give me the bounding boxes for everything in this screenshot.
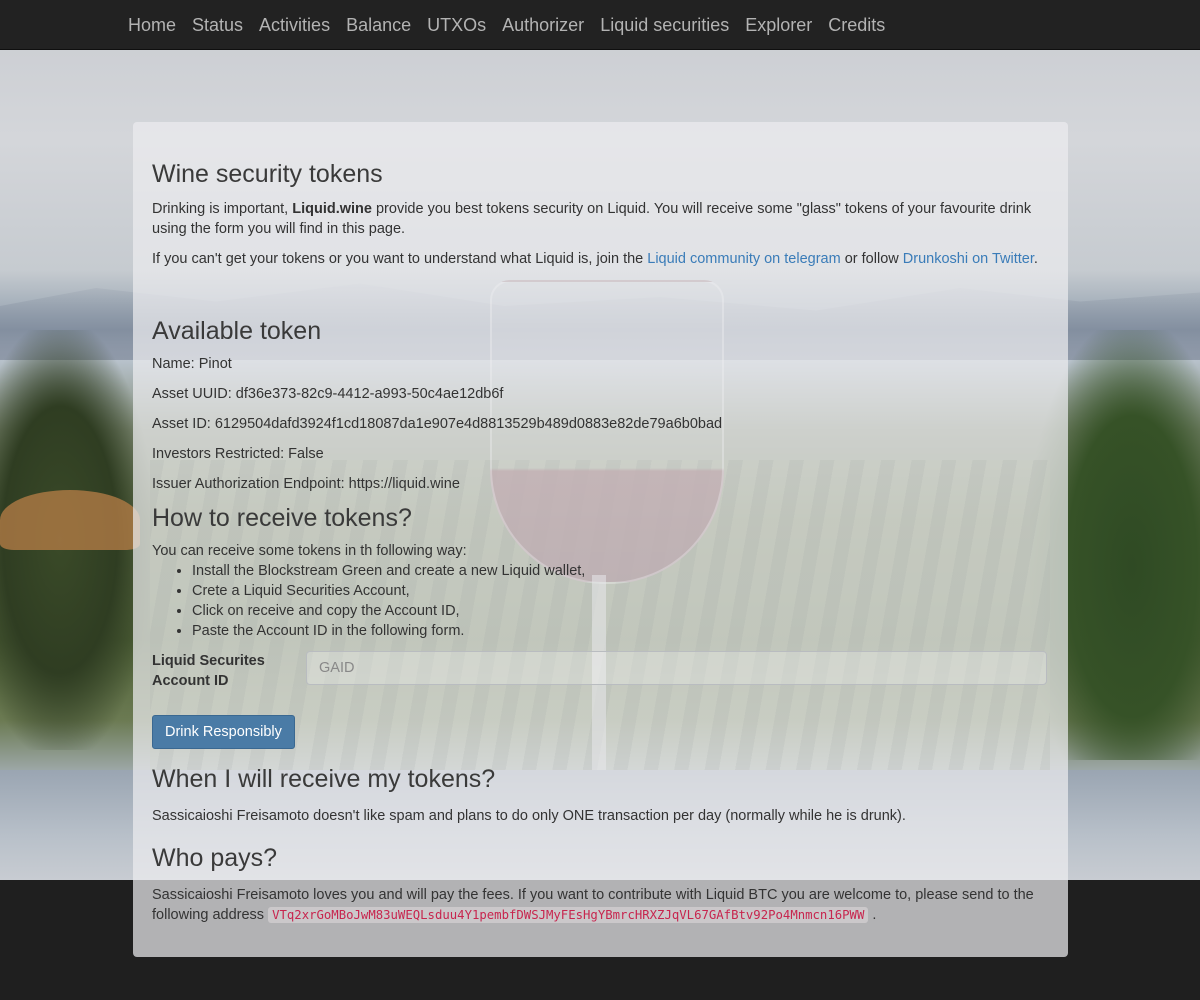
help-paragraph: If you can't get your tokens or you want… (152, 249, 1049, 269)
token-issuer-endpoint: Issuer Authorization Endpoint: https://l… (152, 476, 460, 492)
intro-text-start: Drinking is important, (152, 201, 293, 217)
nav-liquid-securities[interactable]: Liquid securities (592, 0, 737, 50)
brand-name: Liquid.wine (292, 201, 372, 217)
nav-utxos[interactable]: UTXOs (419, 0, 494, 50)
intro-paragraph: Drinking is important, Liquid.wine provi… (152, 199, 1049, 239)
who-pays-text-end: . (868, 907, 877, 923)
token-asset-id: Asset ID: 6129504dafd3924f1cd18087da1e90… (152, 416, 723, 432)
step-item: Install the Blockstream Green and create… (192, 561, 1049, 581)
step-item: Crete a Liquid Securities Account, (192, 581, 1049, 601)
available-token-heading: Available token (152, 317, 322, 345)
top-navbar: Home Status Activities Balance UTXOs Aut… (0, 0, 1200, 50)
help-text-middle: or follow (840, 251, 903, 267)
step-item: Click on receive and copy the Account ID… (192, 601, 1049, 621)
account-id-form-row: Liquid Securites Account ID (152, 651, 1049, 691)
who-pays-text: Sassicaioshi Freisamoto loves you and wi… (152, 885, 1049, 925)
nav-credits[interactable]: Credits (820, 0, 893, 50)
nav-status[interactable]: Status (184, 0, 251, 50)
background-umbrella (0, 490, 140, 550)
token-investors-restricted: Investors Restricted: False (152, 446, 324, 462)
how-to-receive-heading: How to receive tokens? (152, 504, 412, 532)
nav-authorizer[interactable]: Authorizer (494, 0, 592, 50)
page-title: Wine security tokens (152, 160, 383, 188)
telegram-link[interactable]: Liquid community on telegram (647, 251, 840, 267)
drink-responsibly-button[interactable]: Drink Responsibly (152, 715, 295, 749)
who-pays-heading: Who pays? (152, 844, 278, 872)
token-asset-uuid: Asset UUID: df36e373-82c9-4412-a993-50c4… (152, 386, 504, 402)
nav-home[interactable]: Home (120, 0, 184, 50)
account-id-label: Liquid Securites Account ID (152, 653, 265, 689)
donation-address: VTq2xrGoMBoJwM83uWEQLsduu4Y1pembfDWSJMyF… (268, 907, 869, 923)
when-receive-text: Sassicaioshi Freisamoto doesn't like spa… (152, 808, 906, 824)
when-receive-heading: When I will receive my tokens? (152, 765, 496, 793)
how-intro-text: You can receive some tokens in th follow… (152, 543, 467, 559)
steps-list: Install the Blockstream Green and create… (152, 561, 1049, 641)
nav-activities[interactable]: Activities (251, 0, 338, 50)
token-name: Name: Pinot (152, 356, 232, 372)
help-text-start: If you can't get your tokens or you want… (152, 251, 648, 267)
twitter-link[interactable]: Drunkoshi on Twitter (903, 251, 1034, 267)
account-id-input[interactable] (306, 651, 1047, 685)
help-text-end: . (1033, 251, 1038, 267)
step-item: Paste the Account ID in the following fo… (192, 621, 1049, 641)
content-panel: Wine security tokens Drinking is importa… (133, 122, 1068, 957)
nav-balance[interactable]: Balance (338, 0, 419, 50)
nav-explorer[interactable]: Explorer (737, 0, 820, 50)
